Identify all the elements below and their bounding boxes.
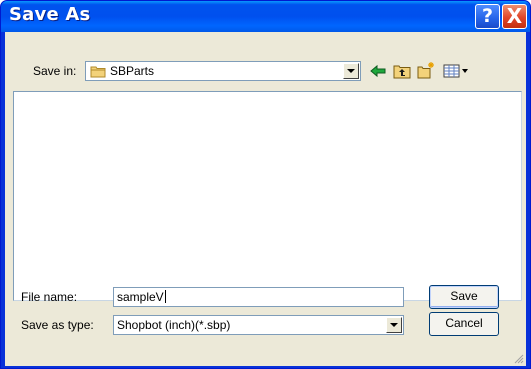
cancel-button[interactable]: Cancel: [429, 312, 499, 336]
save-button[interactable]: Save: [429, 285, 499, 309]
save-as-dialog: Save As ? X Save in: SBParts File name: …: [0, 0, 531, 369]
file-name-value: sampleV: [117, 290, 164, 304]
text-caret: [164, 290, 166, 303]
window-title: Save As: [9, 4, 91, 25]
save-as-type-dropdown-arrow[interactable]: [386, 317, 402, 333]
file-list-pane[interactable]: [13, 91, 522, 301]
resize-grip-icon[interactable]: [514, 354, 524, 364]
file-name-input[interactable]: sampleV: [113, 287, 404, 307]
save-as-type-value: Shopbot (inch)(*.sbp): [117, 318, 231, 332]
help-button[interactable]: ?: [475, 4, 500, 29]
save-in-value: SBParts: [110, 64, 155, 78]
save-in-dropdown[interactable]: SBParts: [85, 61, 361, 81]
title-bar[interactable]: Save As ? X: [1, 1, 530, 32]
save-in-label: Save in:: [33, 64, 77, 78]
dialog-body: Save in: SBParts File name: sampleV Save…: [5, 32, 526, 366]
back-arrow-icon[interactable]: [369, 62, 387, 80]
save-in-dropdown-arrow[interactable]: [343, 63, 359, 79]
view-menu-icon[interactable]: [443, 62, 471, 80]
folder-icon: [90, 66, 106, 78]
up-one-level-icon[interactable]: [393, 62, 411, 80]
file-name-label: File name:: [21, 290, 78, 304]
save-as-type-label-text: Save as type:: [21, 318, 94, 332]
save-as-type-dropdown[interactable]: Shopbot (inch)(*.sbp): [113, 315, 404, 335]
close-button[interactable]: X: [502, 4, 527, 29]
save-as-type-label: Save as type:: [21, 318, 94, 332]
create-new-folder-icon[interactable]: [417, 61, 435, 79]
